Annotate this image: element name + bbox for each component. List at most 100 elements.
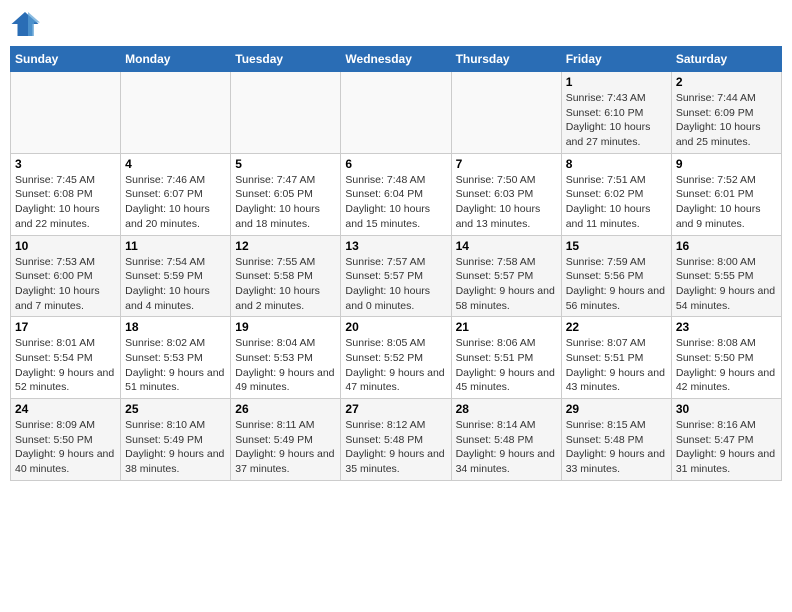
weekday-header-row: SundayMondayTuesdayWednesdayThursdayFrid…: [11, 47, 782, 72]
day-number: 25: [125, 402, 226, 416]
day-number: 18: [125, 320, 226, 334]
day-info: Sunrise: 8:02 AM Sunset: 5:53 PM Dayligh…: [125, 336, 226, 395]
day-info: Sunrise: 8:01 AM Sunset: 5:54 PM Dayligh…: [15, 336, 116, 395]
calendar-cell: 29 Sunrise: 8:15 AM Sunset: 5:48 PM Dayli…: [561, 399, 671, 481]
logo: [10, 10, 44, 38]
calendar-cell: [451, 72, 561, 154]
calendar-cell: 12 Sunrise: 7:55 AM Sunset: 5:58 PM Dayli…: [231, 235, 341, 317]
day-info: Sunrise: 8:16 AM Sunset: 5:47 PM Dayligh…: [676, 418, 777, 477]
calendar-cell: 23 Sunrise: 8:08 AM Sunset: 5:50 PM Dayli…: [671, 317, 781, 399]
calendar-cell: 4 Sunrise: 7:46 AM Sunset: 6:07 PM Daylig…: [121, 153, 231, 235]
calendar-cell: 21 Sunrise: 8:06 AM Sunset: 5:51 PM Dayli…: [451, 317, 561, 399]
day-number: 27: [345, 402, 446, 416]
day-info: Sunrise: 8:05 AM Sunset: 5:52 PM Dayligh…: [345, 336, 446, 395]
day-number: 20: [345, 320, 446, 334]
calendar-cell: 16 Sunrise: 8:00 AM Sunset: 5:55 PM Dayli…: [671, 235, 781, 317]
calendar-cell: 13Sunrise: 7:57 AM Sunset: 5:57 PM Dayli…: [341, 235, 451, 317]
day-info: Sunrise: 8:12 AM Sunset: 5:48 PM Dayligh…: [345, 418, 446, 477]
day-info: Sunrise: 7:57 AM Sunset: 5:57 PM Dayligh…: [345, 255, 446, 314]
day-number: 29: [566, 402, 667, 416]
week-row-4: 17 Sunrise: 8:01 AM Sunset: 5:54 PM Dayli…: [11, 317, 782, 399]
day-number: 9: [676, 157, 777, 171]
week-row-1: 1 Sunrise: 7:43 AM Sunset: 6:10 PM Daylig…: [11, 72, 782, 154]
day-info: Sunrise: 7:54 AM Sunset: 5:59 PM Dayligh…: [125, 255, 226, 314]
day-info: Sunrise: 8:06 AM Sunset: 5:51 PM Dayligh…: [456, 336, 557, 395]
day-number: 7: [456, 157, 557, 171]
day-number: 21: [456, 320, 557, 334]
day-info: Sunrise: 7:59 AM Sunset: 5:56 PM Dayligh…: [566, 255, 667, 314]
weekday-monday: Monday: [121, 47, 231, 72]
calendar-cell: [11, 72, 121, 154]
calendar-cell: 9 Sunrise: 7:52 AM Sunset: 6:01 PM Daylig…: [671, 153, 781, 235]
calendar-cell: 2Sunrise: 7:44 AM Sunset: 6:09 PM Daylig…: [671, 72, 781, 154]
day-number: 8: [566, 157, 667, 171]
day-info: Sunrise: 7:47 AM Sunset: 6:05 PM Dayligh…: [235, 173, 336, 232]
calendar-cell: [121, 72, 231, 154]
day-number: 23: [676, 320, 777, 334]
weekday-thursday: Thursday: [451, 47, 561, 72]
weekday-friday: Friday: [561, 47, 671, 72]
day-info: Sunrise: 7:50 AM Sunset: 6:03 PM Dayligh…: [456, 173, 557, 232]
day-info: Sunrise: 7:53 AM Sunset: 6:00 PM Dayligh…: [15, 255, 116, 314]
calendar-cell: 24Sunrise: 8:09 AM Sunset: 5:50 PM Dayli…: [11, 399, 121, 481]
logo-icon: [10, 10, 40, 38]
calendar-cell: 18 Sunrise: 8:02 AM Sunset: 5:53 PM Dayli…: [121, 317, 231, 399]
calendar-cell: 30 Sunrise: 8:16 AM Sunset: 5:47 PM Dayli…: [671, 399, 781, 481]
day-number: 15: [566, 239, 667, 253]
weekday-wednesday: Wednesday: [341, 47, 451, 72]
weekday-tuesday: Tuesday: [231, 47, 341, 72]
day-info: Sunrise: 7:58 AM Sunset: 5:57 PM Dayligh…: [456, 255, 557, 314]
day-number: 30: [676, 402, 777, 416]
calendar: SundayMondayTuesdayWednesdayThursdayFrid…: [10, 46, 782, 481]
calendar-cell: 25 Sunrise: 8:10 AM Sunset: 5:49 PM Dayli…: [121, 399, 231, 481]
day-info: Sunrise: 7:43 AM Sunset: 6:10 PM Dayligh…: [566, 91, 667, 150]
day-number: 28: [456, 402, 557, 416]
day-number: 26: [235, 402, 336, 416]
day-number: 17: [15, 320, 116, 334]
day-info: Sunrise: 7:46 AM Sunset: 6:07 PM Dayligh…: [125, 173, 226, 232]
day-info: Sunrise: 8:15 AM Sunset: 5:48 PM Dayligh…: [566, 418, 667, 477]
day-number: 11: [125, 239, 226, 253]
calendar-cell: 28 Sunrise: 8:14 AM Sunset: 5:48 PM Dayli…: [451, 399, 561, 481]
day-number: 2: [676, 75, 777, 89]
calendar-cell: 27 Sunrise: 8:12 AM Sunset: 5:48 PM Dayli…: [341, 399, 451, 481]
week-row-3: 10 Sunrise: 7:53 AM Sunset: 6:00 PM Dayli…: [11, 235, 782, 317]
day-info: Sunrise: 8:00 AM Sunset: 5:55 PM Dayligh…: [676, 255, 777, 314]
day-info: Sunrise: 8:10 AM Sunset: 5:49 PM Dayligh…: [125, 418, 226, 477]
calendar-cell: [341, 72, 451, 154]
week-row-5: 24Sunrise: 8:09 AM Sunset: 5:50 PM Dayli…: [11, 399, 782, 481]
day-info: Sunrise: 7:52 AM Sunset: 6:01 PM Dayligh…: [676, 173, 777, 232]
day-info: Sunrise: 8:08 AM Sunset: 5:50 PM Dayligh…: [676, 336, 777, 395]
day-number: 16: [676, 239, 777, 253]
day-number: 5: [235, 157, 336, 171]
calendar-cell: 22Sunrise: 8:07 AM Sunset: 5:51 PM Dayli…: [561, 317, 671, 399]
day-number: 24: [15, 402, 116, 416]
day-number: 19: [235, 320, 336, 334]
weekday-saturday: Saturday: [671, 47, 781, 72]
day-number: 3: [15, 157, 116, 171]
calendar-body: 1 Sunrise: 7:43 AM Sunset: 6:10 PM Daylig…: [11, 72, 782, 481]
calendar-cell: 17 Sunrise: 8:01 AM Sunset: 5:54 PM Dayli…: [11, 317, 121, 399]
day-number: 10: [15, 239, 116, 253]
calendar-cell: 26Sunrise: 8:11 AM Sunset: 5:49 PM Dayli…: [231, 399, 341, 481]
day-info: Sunrise: 7:51 AM Sunset: 6:02 PM Dayligh…: [566, 173, 667, 232]
day-info: Sunrise: 8:04 AM Sunset: 5:53 PM Dayligh…: [235, 336, 336, 395]
calendar-cell: 11 Sunrise: 7:54 AM Sunset: 5:59 PM Dayli…: [121, 235, 231, 317]
calendar-cell: 3Sunrise: 7:45 AM Sunset: 6:08 PM Daylig…: [11, 153, 121, 235]
calendar-cell: 15 Sunrise: 7:59 AM Sunset: 5:56 PM Dayli…: [561, 235, 671, 317]
day-info: Sunrise: 7:55 AM Sunset: 5:58 PM Dayligh…: [235, 255, 336, 314]
calendar-cell: 5 Sunrise: 7:47 AM Sunset: 6:05 PM Daylig…: [231, 153, 341, 235]
page-header: [10, 10, 782, 38]
day-number: 6: [345, 157, 446, 171]
day-number: 4: [125, 157, 226, 171]
day-number: 1: [566, 75, 667, 89]
calendar-cell: 7 Sunrise: 7:50 AM Sunset: 6:03 PM Daylig…: [451, 153, 561, 235]
day-number: 22: [566, 320, 667, 334]
weekday-sunday: Sunday: [11, 47, 121, 72]
day-info: Sunrise: 7:48 AM Sunset: 6:04 PM Dayligh…: [345, 173, 446, 232]
day-number: 12: [235, 239, 336, 253]
calendar-cell: 6 Sunrise: 7:48 AM Sunset: 6:04 PM Daylig…: [341, 153, 451, 235]
day-number: 14: [456, 239, 557, 253]
calendar-cell: 19 Sunrise: 8:04 AM Sunset: 5:53 PM Dayli…: [231, 317, 341, 399]
day-info: Sunrise: 8:14 AM Sunset: 5:48 PM Dayligh…: [456, 418, 557, 477]
